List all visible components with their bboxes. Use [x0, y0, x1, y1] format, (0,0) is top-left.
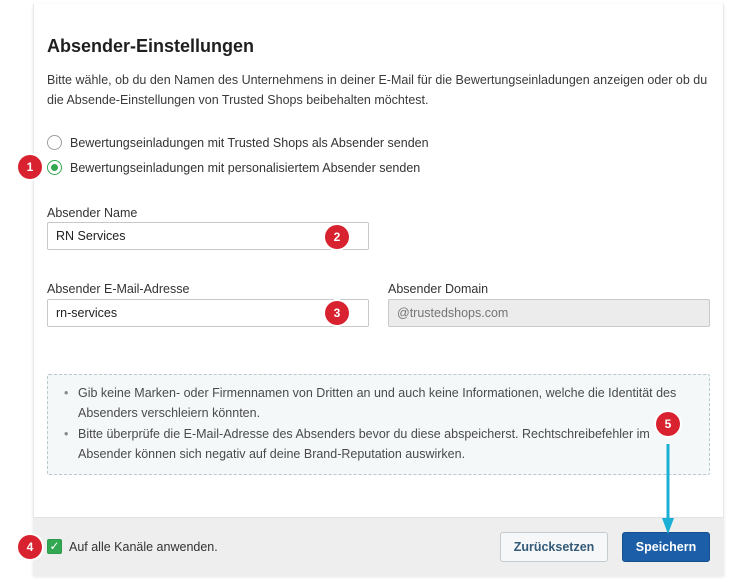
- annotation-badge-3: 3: [325, 301, 349, 325]
- save-button[interactable]: Speichern: [622, 532, 710, 562]
- annotation-arrow-icon: [662, 444, 674, 534]
- sender-email-label: Absender E-Mail-Adresse: [47, 282, 190, 296]
- annotation-badge-5: 5: [656, 412, 680, 436]
- sender-domain-label: Absender Domain: [388, 282, 489, 296]
- sender-name-label: Absender Name: [47, 206, 138, 220]
- radio-label: Bewertungseinladungen mit Trusted Shops …: [70, 135, 429, 150]
- page-title: Absender-Einstellungen: [47, 36, 255, 56]
- radio-unchecked-icon[interactable]: [47, 135, 62, 150]
- radio-label: Bewertungseinladungen mit personalisiert…: [70, 160, 421, 175]
- radio-personalized-sender[interactable]: Bewertungseinladungen mit personalisiert…: [47, 160, 420, 175]
- annotation-badge-4: 4: [18, 535, 42, 559]
- sender-email-input[interactable]: [47, 299, 369, 327]
- annotation-badge-1: 1: [18, 155, 42, 179]
- reset-button[interactable]: Zurücksetzen: [500, 532, 608, 562]
- info-list: Gib keine Marken- oder Firmennamen von D…: [48, 375, 709, 464]
- checkmark-icon: ✓: [49, 539, 60, 553]
- sender-domain-input: [388, 299, 710, 327]
- radio-checked-icon[interactable]: [47, 160, 62, 175]
- info-item: Gib keine Marken- oder Firmennamen von D…: [64, 383, 693, 423]
- radio-trusted-shops-sender[interactable]: Bewertungseinladungen mit Trusted Shops …: [47, 135, 429, 150]
- sender-name-input[interactable]: [47, 222, 369, 250]
- info-box: Gib keine Marken- oder Firmennamen von D…: [47, 374, 710, 475]
- apply-all-label: Auf alle Kanäle anwenden.: [69, 540, 218, 554]
- apply-all-checkbox[interactable]: ✓: [47, 539, 62, 554]
- annotation-badge-2: 2: [325, 225, 349, 249]
- page-description: Bitte wähle, ob du den Namen des Unterne…: [47, 73, 708, 107]
- info-item: Bitte überprüfe die E-Mail-Adresse des A…: [64, 424, 693, 464]
